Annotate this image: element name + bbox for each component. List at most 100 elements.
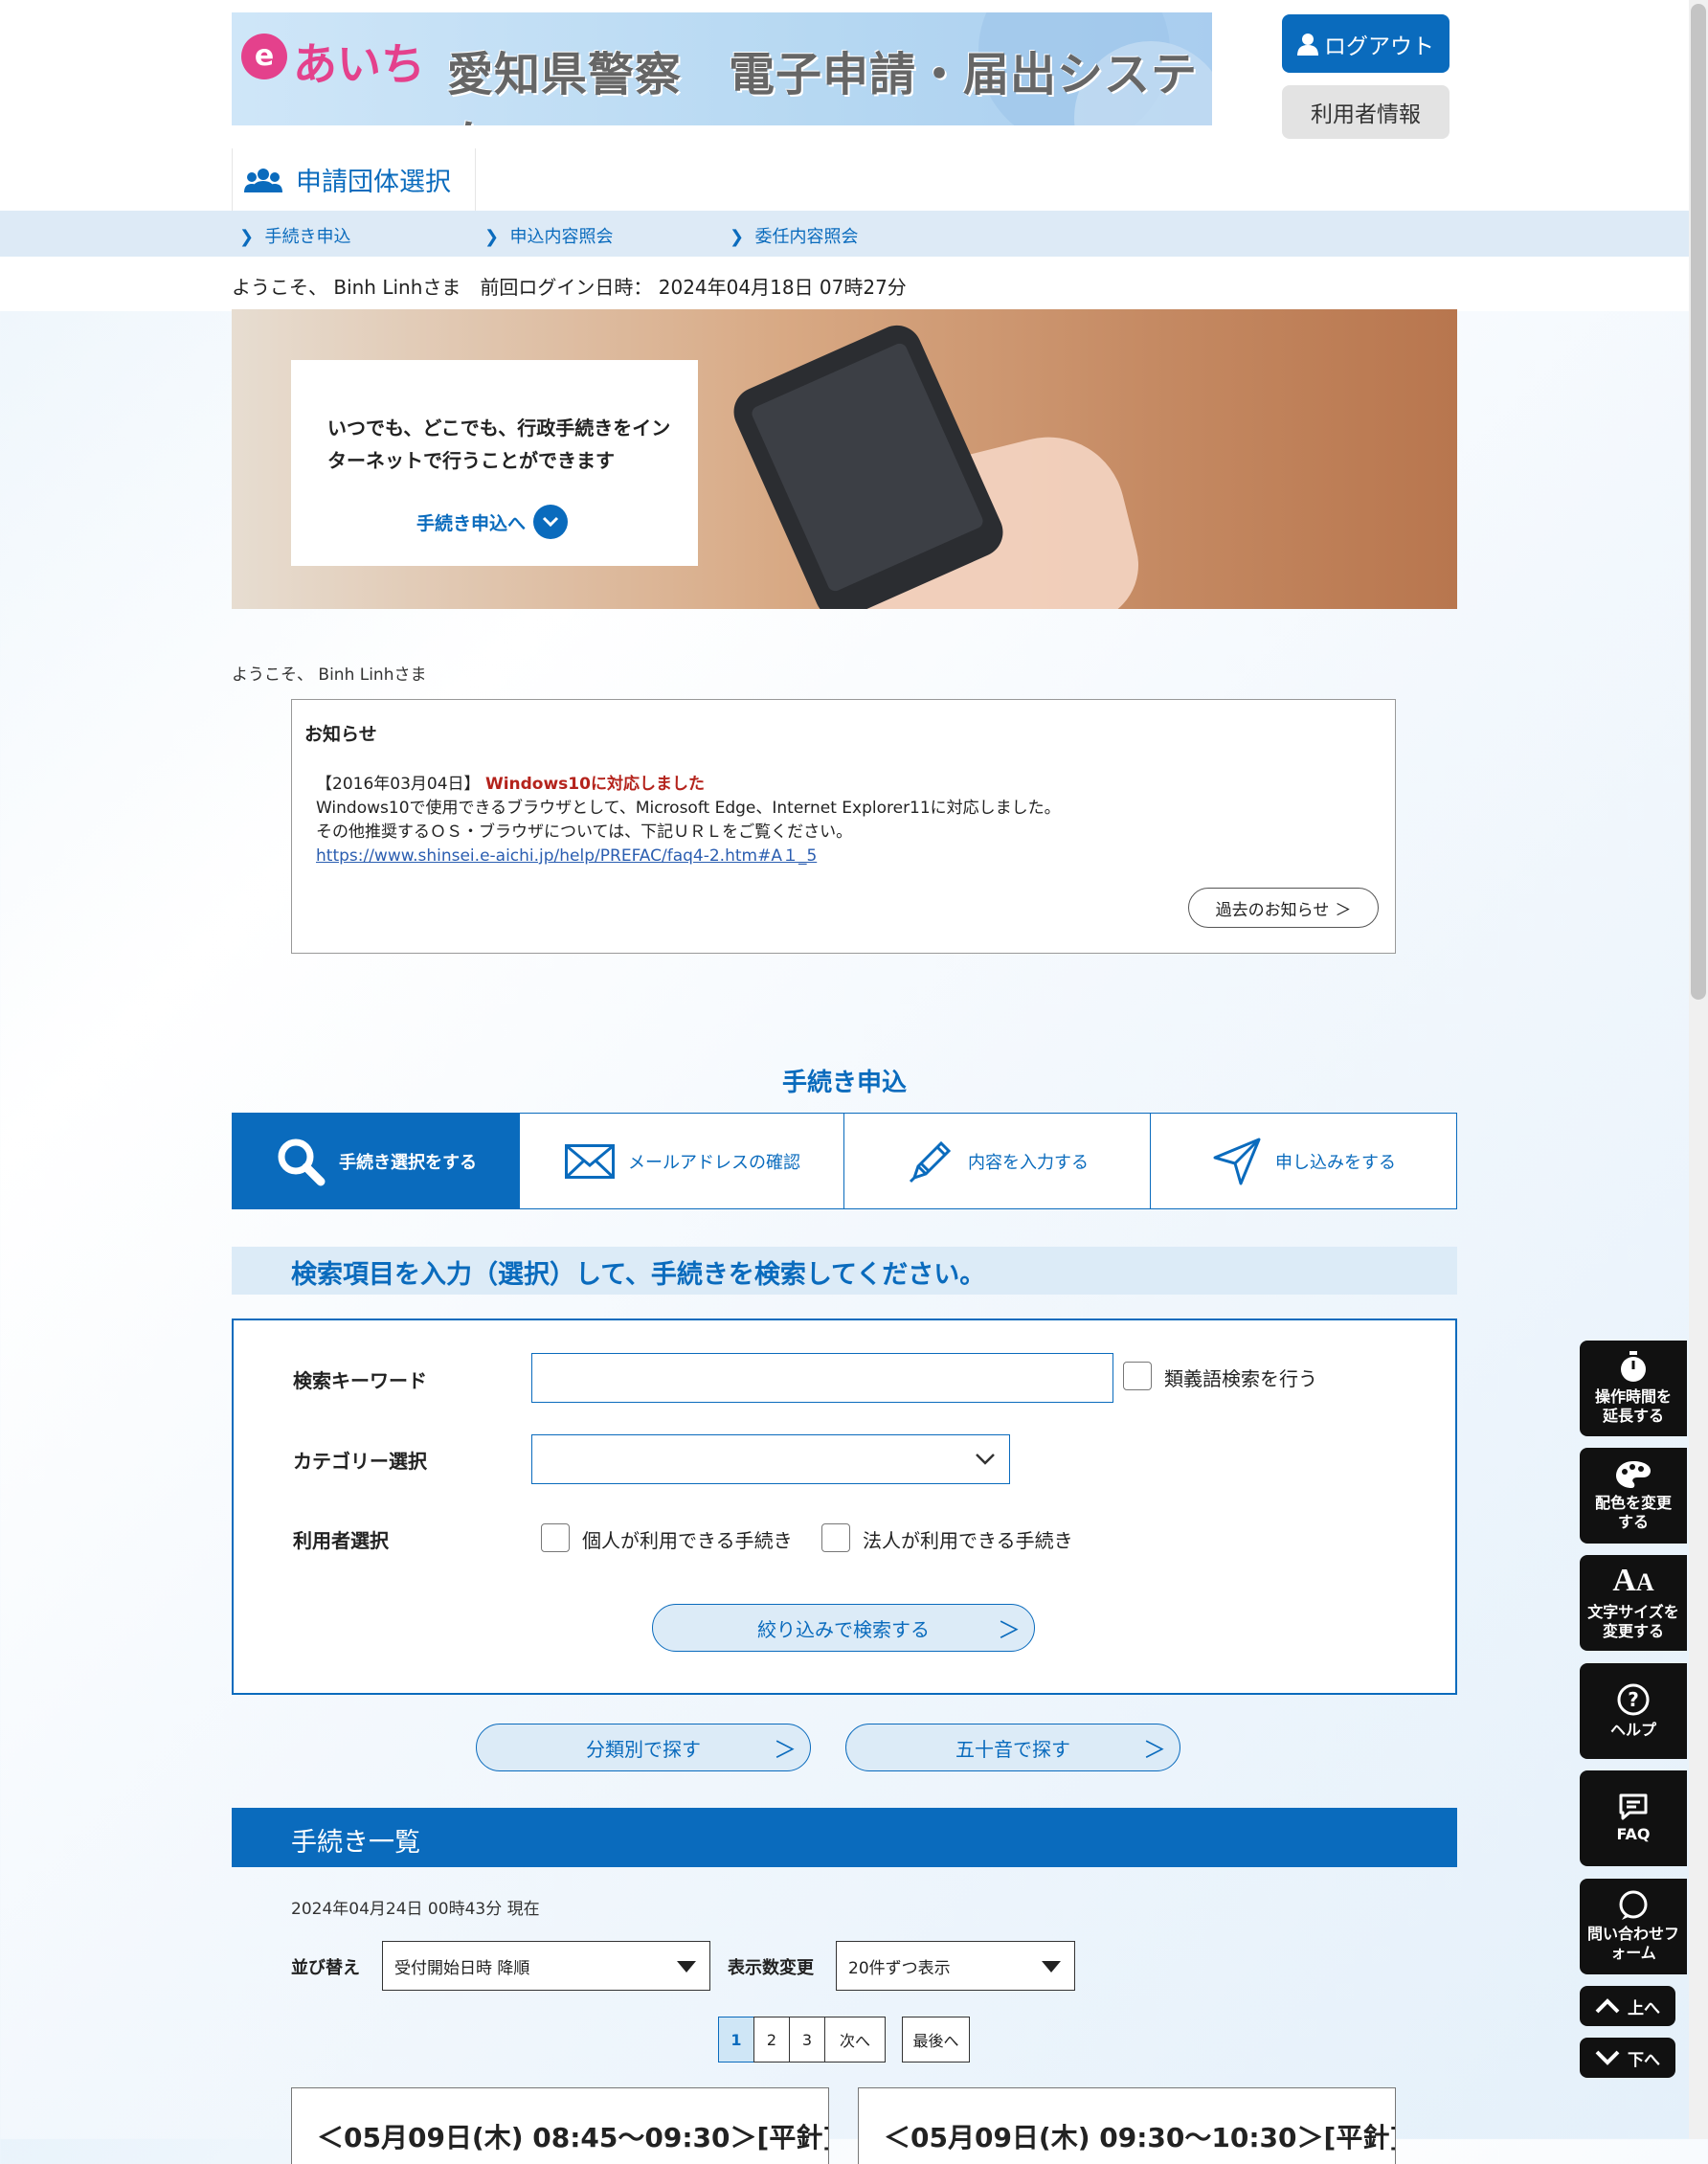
past-notices-label: 過去のお知らせ	[1215, 900, 1330, 920]
page-button[interactable]: 1	[718, 2017, 754, 2063]
chevron-right-icon: ❯	[239, 227, 265, 247]
hero-apply-link[interactable]: 手続き申込へ	[416, 505, 569, 539]
procedure-card[interactable]: ＜05月09日(木) 08:45～09:30＞[平針]外	[291, 2087, 829, 2164]
notice-item-title: 【2016年03月04日】 Windows10に対応しました	[316, 770, 705, 794]
browse-by-category-label: 分類別で探す	[586, 1737, 701, 1761]
scroll-up-label: 上へ	[1628, 1998, 1660, 2018]
site-banner[interactable]: e あいち 愛知県警察 電子申請・届出システム	[232, 12, 1212, 125]
procedure-list-title: 手続き一覧	[291, 1828, 420, 1858]
envelope-icon	[565, 1143, 615, 1179]
keyword-label: 検索キーワード	[293, 1369, 427, 1392]
keyword-input[interactable]	[531, 1353, 1113, 1403]
browse-by-kana-button[interactable]: 五十音で探す ＞	[845, 1724, 1180, 1771]
as-of-timestamp: 2024年04月24日 00時43分 現在	[291, 1900, 540, 1919]
chevron-right-icon: ＞	[1335, 900, 1352, 920]
nav-item-delegation[interactable]: ❯ 委任内容照会	[730, 223, 859, 248]
step-select: 手続き選択をする	[233, 1114, 520, 1208]
palette-icon	[1616, 1461, 1651, 1488]
scroll-down-label: 下へ	[1628, 2050, 1660, 2070]
count-select[interactable]: 20件ずつ表示	[836, 1941, 1075, 1991]
step-submit: 申し込みをする	[1151, 1114, 1457, 1208]
nav-item-label: 委任内容照会	[754, 227, 859, 247]
chevron-right-icon: ＞	[1143, 1736, 1166, 1764]
pencil-icon	[909, 1140, 952, 1183]
triangle-down-icon	[677, 1961, 696, 1972]
sort-label: 並び替え	[291, 1958, 360, 1978]
notice-body-line: その他推奨するＯＳ・ブラウザについては、下記ＵＲＬをご覧ください。	[316, 823, 853, 842]
aichi-logo-icon: e	[241, 34, 287, 79]
sort-select[interactable]: 受付開始日時 降順	[382, 1941, 710, 1991]
category-label: カテゴリー選択	[293, 1450, 427, 1473]
notice-url-link[interactable]: https://www.shinsei.e-aichi.jp/help/PREF…	[316, 842, 817, 866]
contact-form-label: 問い合わせフォーム	[1587, 1925, 1680, 1962]
chevron-down-icon	[1595, 2050, 1620, 2065]
individual-checkbox[interactable]	[541, 1523, 570, 1552]
filter-search-button[interactable]: 絞り込みで検索する ＞	[652, 1604, 1035, 1652]
scroll-up-button[interactable]: 上へ	[1580, 1986, 1675, 2026]
help-icon: ?	[1617, 1683, 1650, 1716]
next-page-button[interactable]: 次へ	[824, 2017, 886, 2063]
user-icon	[1297, 33, 1318, 56]
chat-icon	[1619, 1793, 1648, 1820]
nav-item-inquiry[interactable]: ❯ 申込内容照会	[484, 223, 614, 248]
notice-body-line: Windows10で使用できるブラウザとして、Microsoft Edge、In…	[316, 799, 1061, 818]
search-heading: 検索項目を入力（選択）して、手続きを検索してください。	[291, 1260, 986, 1290]
count-value: 20件ずつ表示	[848, 1958, 951, 1978]
chevron-right-icon: ＞	[774, 1736, 797, 1764]
procedure-card[interactable]: ＜05月09日(木) 09:30～10:30＞[平針]外	[858, 2087, 1396, 2164]
chevron-right-icon: ❯	[484, 227, 510, 247]
step-input: 内容を入力する	[844, 1114, 1151, 1208]
user-type-label: 利用者選択	[293, 1529, 389, 1552]
chevron-right-icon: ＞	[998, 1616, 1021, 1644]
search-icon	[278, 1138, 326, 1185]
page-button[interactable]: 2	[753, 2017, 790, 2063]
chevron-down-icon	[533, 505, 569, 539]
font-size-button[interactable]: AA 文字サイズを変更する	[1580, 1555, 1687, 1651]
color-change-button[interactable]: 配色を変更する	[1580, 1448, 1687, 1544]
faq-button[interactable]: FAQ	[1580, 1770, 1687, 1866]
corporate-label: 法人が利用できる手続き	[863, 1529, 1073, 1552]
sort-value: 受付開始日時 降順	[394, 1958, 530, 1978]
logout-label: ログアウト	[1324, 34, 1434, 59]
font-size-label: 文字サイズを変更する	[1587, 1603, 1679, 1640]
browse-by-category-button[interactable]: 分類別で探す ＞	[476, 1724, 811, 1771]
past-notices-button[interactable]: 過去のお知らせ＞	[1188, 888, 1379, 928]
group-select-tab[interactable]: 申請団体選択	[232, 148, 476, 211]
step-label: 手続き選択をする	[339, 1152, 477, 1173]
help-button[interactable]: ? ヘルプ	[1580, 1663, 1687, 1759]
stopwatch-icon	[1621, 1351, 1646, 1382]
scrollbar-thumb[interactable]	[1691, 4, 1706, 1000]
notice-heading: お知らせ	[304, 724, 377, 745]
triangle-down-icon	[1042, 1961, 1061, 1972]
last-page-button[interactable]: 最後へ	[902, 2017, 970, 2063]
count-label: 表示数変更	[728, 1958, 814, 1978]
corporate-checkbox[interactable]	[821, 1523, 850, 1552]
nav-item-label: 申込内容照会	[509, 227, 614, 247]
category-select[interactable]	[531, 1434, 1010, 1484]
notice-title: Windows10に対応しました	[484, 775, 705, 794]
chevron-right-icon: ❯	[730, 227, 755, 247]
extend-time-label: 操作時間を延長する	[1594, 1387, 1672, 1425]
extend-time-button[interactable]: 操作時間を延長する	[1580, 1341, 1687, 1436]
step-indicator: 手続き選択をする メールアドレスの確認 内容を入力する 申し込みをする	[232, 1113, 1457, 1209]
page-button[interactable]: 3	[789, 2017, 825, 2063]
welcome-text: ようこそ、 Binh Linhさま	[232, 665, 427, 685]
contact-form-button[interactable]: 問い合わせフォーム	[1580, 1879, 1687, 1974]
hero-text: いつでも、どこでも、行政手続きをインターネットで行うことができます	[327, 417, 671, 472]
help-label: ヘルプ	[1609, 1721, 1656, 1739]
system-title: 愛知県警察 電子申請・届出システム	[447, 48, 1199, 125]
section-title: 手続き申込	[781, 1069, 907, 1097]
nav-item-apply[interactable]: ❯ 手続き申込	[239, 223, 351, 248]
notice-date: 【2016年03月04日】	[316, 775, 481, 794]
scroll-down-button[interactable]: 下へ	[1580, 2038, 1675, 2078]
faq-label: FAQ	[1616, 1825, 1651, 1843]
synonym-checkbox[interactable]	[1123, 1362, 1152, 1390]
logout-button[interactable]: ログアウト	[1282, 14, 1450, 73]
group-select-label: 申請団体選択	[296, 168, 451, 197]
synonym-label: 類義語検索を行う	[1164, 1367, 1317, 1390]
welcome-login-info: ようこそ、 Binh Linhさま 前回ログイン日時： 2024年04月18日 …	[232, 276, 907, 299]
chevron-up-icon	[1595, 1998, 1620, 2014]
user-info-button[interactable]: 利用者情報	[1282, 85, 1450, 139]
browse-by-kana-label: 五十音で探す	[955, 1737, 1070, 1761]
send-icon	[1213, 1138, 1261, 1184]
